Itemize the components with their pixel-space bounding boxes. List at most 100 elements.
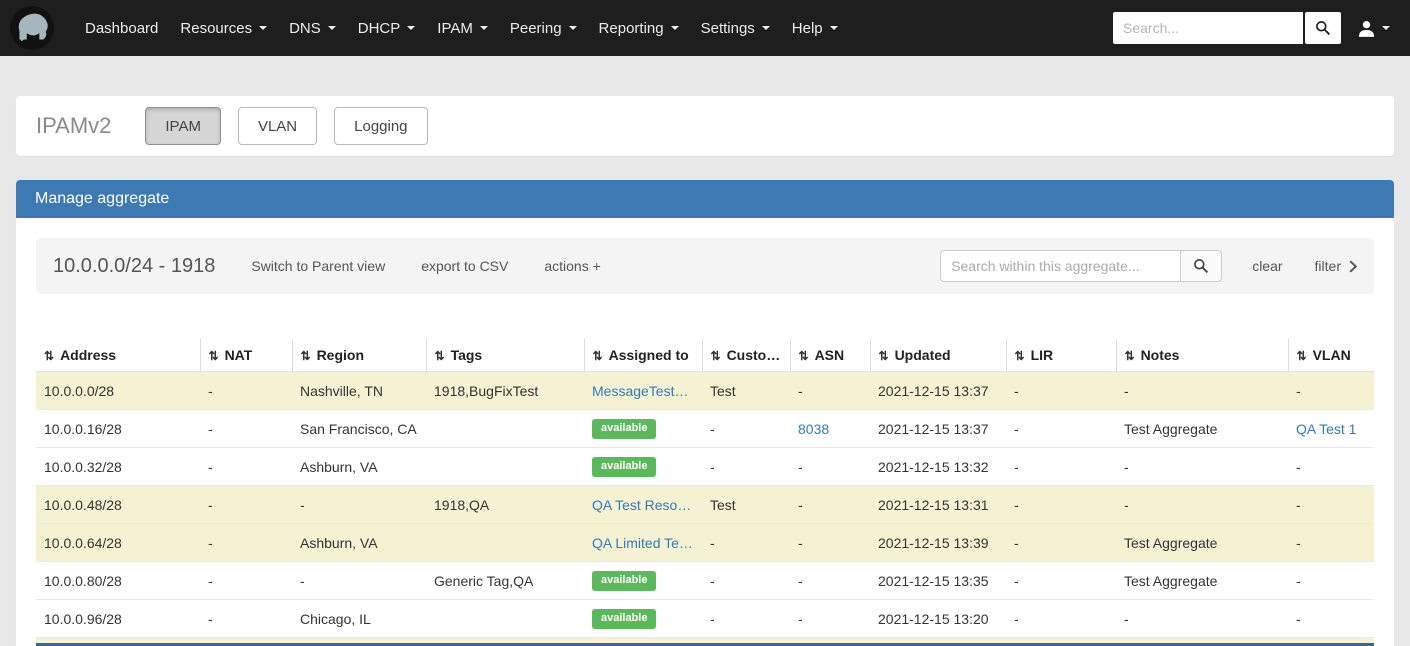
cell-link[interactable]: QA Test Reso… <box>592 497 691 513</box>
cell-tags <box>426 448 584 486</box>
column-header-asn[interactable]: ⇅ ASN <box>789 339 870 372</box>
cell-nat: - <box>208 610 213 627</box>
column-header-region[interactable]: ⇅ Region <box>291 339 426 372</box>
cell-address: 10.0.0.96/28 <box>44 610 122 627</box>
actions-menu-link[interactable]: actions + <box>544 258 600 274</box>
column-header-updated[interactable]: ⇅ Updated <box>869 339 1006 372</box>
table-row[interactable]: 10.0.0.32/28 - Ashburn, VA available - - 2021-… <box>36 447 1374 486</box>
app-root: Dashboard Resources DNS DHCP IPAM Peering Repo… <box>0 0 1410 646</box>
nav-item-help[interactable]: Help <box>781 0 849 56</box>
cell-updated: 2021-12-15 13:37 <box>878 382 989 399</box>
column-header-vlan[interactable]: ⇅ VLAN <box>1287 339 1374 372</box>
cell-assigned-to: QA Test Reso… <box>584 486 702 524</box>
cell-lir: - <box>1014 610 1019 627</box>
top-nav: Dashboard Resources DNS DHCP IPAM Peering Repo… <box>0 0 1410 56</box>
table-row[interactable]: 10.0.0.48/28 - - 1918,QA QA Test Reso… Test - 2… <box>36 485 1374 524</box>
sort-icon: ⇅ <box>1296 349 1307 363</box>
user-icon <box>1358 20 1375 37</box>
column-header-nat[interactable]: ⇅ NAT <box>199 339 292 372</box>
cell-address: 10.0.0.16/28 <box>44 420 122 437</box>
nav-item-dns[interactable]: DNS <box>278 0 347 56</box>
cell-vlan: - <box>1296 610 1301 627</box>
column-header-tags[interactable]: ⇅ Tags <box>425 339 584 372</box>
cell-vlan: - <box>1296 458 1301 475</box>
export-csv-link[interactable]: export to CSV <box>421 258 508 274</box>
tab-logging[interactable]: Logging <box>334 107 428 145</box>
nav-right <box>1113 12 1396 44</box>
global-search-input[interactable] <box>1113 12 1303 44</box>
filter-link[interactable]: filter <box>1315 258 1357 274</box>
cell-notes: - <box>1124 458 1129 475</box>
table-row[interactable]: 10.0.0.80/28 - - Generic Tag,QA available - - 2… <box>36 561 1374 600</box>
table-row[interactable]: 10.0.0.64/28 - Ashburn, VA QA Limited Te… - -… <box>36 523 1374 562</box>
cell-assigned-to: QA Limited Te… <box>584 524 702 562</box>
nav-item-resources[interactable]: Resources <box>169 0 278 56</box>
tab-vlan[interactable]: VLAN <box>237 107 318 145</box>
column-header-assigned-to[interactable]: ⇅ Assigned to <box>583 339 702 372</box>
aggregate-search-input[interactable] <box>940 250 1181 282</box>
cell-tags <box>426 524 584 562</box>
nav-item-settings[interactable]: Settings <box>690 0 781 56</box>
cell-nat: - <box>208 496 213 513</box>
tab-ipam[interactable]: IPAM <box>145 107 221 145</box>
cell-customer: - <box>710 458 715 475</box>
app-logo[interactable] <box>0 0 64 56</box>
nav-item-dashboard[interactable]: Dashboard <box>74 0 169 56</box>
cell-nat: - <box>208 534 213 551</box>
cell-customer: - <box>710 534 715 551</box>
clear-filter-link[interactable]: clear <box>1252 258 1282 274</box>
cell-nat: - <box>208 458 213 475</box>
cell-asn: - <box>798 382 803 399</box>
cell-customer: - <box>710 610 715 627</box>
cell-asn: 8038 <box>790 410 870 448</box>
cell-lir: - <box>1014 420 1019 437</box>
sort-icon: ⇅ <box>208 349 219 363</box>
cell-vlan: QA Test 1 <box>1288 410 1374 448</box>
cell-notes: - <box>1124 496 1129 513</box>
column-header-address[interactable]: ⇅ Address <box>36 339 200 372</box>
caret-down-icon <box>829 26 838 30</box>
nav-item-ipam[interactable]: IPAM <box>426 0 499 56</box>
cell-link[interactable]: MessageTest… <box>592 383 688 399</box>
cell-tags: 1918,QA <box>434 496 490 513</box>
sort-icon: ⇅ <box>710 349 721 363</box>
cell-region: Chicago, IL <box>300 610 371 627</box>
sort-icon: ⇅ <box>1014 349 1025 363</box>
cell-link[interactable]: QA Limited Te… <box>592 535 693 551</box>
user-menu[interactable] <box>1341 19 1396 38</box>
switch-parent-view-link[interactable]: Switch to Parent view <box>251 258 385 274</box>
sort-icon: ⇅ <box>878 349 889 363</box>
nav-item-peering[interactable]: Peering <box>499 0 588 56</box>
table-row[interactable]: 10.0.0.0/28 - Nashville, TN 1918,BugFixTest… <box>36 371 1374 410</box>
aggregate-toolbar: 10.0.0.0/24 - 1918 Switch to Parent view… <box>36 238 1374 294</box>
global-search-button[interactable] <box>1305 12 1341 44</box>
table-row[interactable]: 10.0.0.96/28 - Chicago, IL available - - 2021-… <box>36 599 1374 638</box>
table-row[interactable]: 10.0.0.16/28 - San Francisco, CA available -… <box>36 409 1374 448</box>
mammoth-logo-icon <box>10 6 54 50</box>
cell-assigned-to: MessageTest… <box>584 372 702 410</box>
column-header-notes[interactable]: ⇅ Notes <box>1115 339 1288 372</box>
cell-notes: - <box>1124 382 1129 399</box>
nav-menu: Dashboard Resources DNS DHCP IPAM Peering Repo… <box>74 0 849 56</box>
page-header-card: IPAMv2 IPAM VLAN Logging <box>16 96 1394 156</box>
column-header-lir[interactable]: ⇅ LIR <box>1005 339 1116 372</box>
cell-customer: - <box>710 420 715 437</box>
nav-item-dhcp[interactable]: DHCP <box>347 0 427 56</box>
cell-vlan: - <box>1296 496 1301 513</box>
aggregate-search-button[interactable] <box>1180 250 1223 282</box>
cell-notes: Test Aggregate <box>1124 572 1218 589</box>
column-header-customer[interactable]: ⇅ Custo… <box>701 339 790 372</box>
cell-notes: - <box>1124 610 1129 627</box>
page-title: IPAMv2 <box>36 113 112 138</box>
cell-nat: - <box>208 572 213 589</box>
cell-link[interactable]: QA Test 1 <box>1296 421 1356 437</box>
cell-updated: 2021-12-15 13:35 <box>878 572 989 589</box>
cell-link[interactable]: 8038 <box>798 421 829 437</box>
cell-asn: - <box>798 458 803 475</box>
cell-region: San Francisco, CA <box>300 420 417 437</box>
cell-assigned-to: available <box>584 600 702 638</box>
panel-header: Manage aggregate <box>16 180 1394 218</box>
cell-tags: Generic Tag,QA <box>434 572 534 589</box>
nav-item-reporting[interactable]: Reporting <box>588 0 690 56</box>
search-icon <box>1316 21 1331 36</box>
